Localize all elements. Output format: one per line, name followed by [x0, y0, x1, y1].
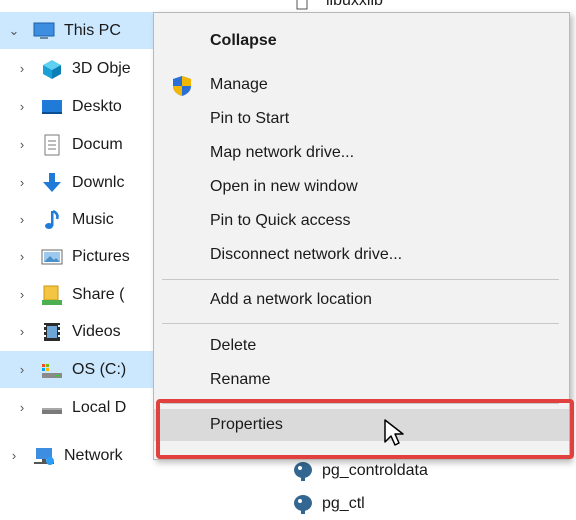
nav-label: Videos [72, 322, 121, 340]
nav-label: OS (C:) [72, 360, 127, 378]
music-icon [40, 208, 64, 232]
chevron-right-icon[interactable]: › [14, 249, 30, 264]
menu-item-label: Open in new window [210, 178, 358, 195]
menu-item-label: Map network drive... [210, 144, 355, 161]
file-name: pg_controldata [322, 462, 428, 479]
postgres-elephant-icon [292, 460, 314, 482]
network-icon [32, 444, 56, 468]
menu-item-map-network-drive[interactable]: Map network drive... [154, 137, 569, 169]
highlight-annotation [156, 399, 574, 459]
uac-shield-icon [172, 75, 192, 97]
nav-item-local-disk[interactable]: › Local D [0, 389, 160, 426]
nav-label: Share ( [72, 285, 125, 303]
nav-item-documents[interactable]: › Docum [0, 126, 160, 163]
menu-item-label: Delete [210, 337, 257, 354]
nav-label: Docum [72, 135, 123, 153]
postgres-elephant-icon [292, 493, 314, 515]
os-drive-icon [40, 358, 64, 382]
nav-item-desktop[interactable]: › Deskto [0, 88, 160, 125]
file-name: libuxxlib [326, 0, 383, 9]
desktop-icon [40, 95, 64, 119]
chevron-right-icon[interactable]: › [14, 175, 30, 190]
nav-item-this-pc[interactable]: ⌄ This PC [0, 12, 160, 49]
this-pc-icon [32, 19, 56, 43]
file-row[interactable]: pg_controldata [292, 460, 428, 482]
menu-item-open-new-window[interactable]: Open in new window [154, 171, 569, 203]
file-row[interactable]: pg_ctl [292, 493, 365, 515]
menu-separator [162, 279, 559, 280]
nav-item-music[interactable]: › Music [0, 201, 160, 238]
file-icon [296, 0, 308, 10]
nav-item-pictures[interactable]: › Pictures [0, 238, 160, 275]
context-menu: Collapse Manage Pin to Start Map network… [153, 12, 570, 460]
videos-icon [40, 320, 64, 344]
nav-label: Pictures [72, 247, 130, 265]
menu-item-pin-quick-access[interactable]: Pin to Quick access [154, 205, 569, 237]
nav-label: 3D Obje [72, 59, 131, 77]
chevron-right-icon[interactable]: › [14, 287, 30, 302]
local-disk-icon [40, 396, 64, 420]
chevron-right-icon[interactable]: › [14, 400, 30, 415]
chevron-right-icon[interactable]: › [14, 137, 30, 152]
navigation-pane: ⌄ This PC › 3D Obje › Deskto › Docum › D… [0, 0, 160, 513]
menu-item-label: Disconnect network drive... [210, 246, 403, 263]
menu-item-label: Collapse [210, 32, 277, 49]
menu-item-manage[interactable]: Manage [154, 69, 569, 101]
menu-item-label: Pin to Quick access [210, 212, 351, 229]
nav-label: Network [64, 446, 123, 464]
menu-item-add-network-location[interactable]: Add a network location [154, 284, 569, 316]
nav-label: Deskto [72, 97, 122, 115]
chevron-right-icon[interactable]: › [14, 61, 30, 76]
nav-label: Downlc [72, 173, 125, 191]
chevron-right-icon[interactable]: › [14, 324, 30, 339]
menu-item-label: Rename [210, 371, 271, 388]
menu-item-delete[interactable]: Delete [154, 330, 569, 362]
share-drive-icon [40, 283, 64, 307]
menu-item-pin-to-start[interactable]: Pin to Start [154, 103, 569, 135]
nav-label: This PC [64, 21, 121, 39]
chevron-right-icon[interactable]: › [14, 212, 30, 227]
nav-label: Local D [72, 398, 127, 416]
nav-item-downloads[interactable]: › Downlc [0, 164, 160, 201]
chevron-right-icon[interactable]: › [6, 448, 22, 463]
menu-item-label: Manage [210, 76, 268, 93]
chevron-down-icon[interactable]: ⌄ [6, 23, 22, 39]
menu-item-label: Pin to Start [210, 110, 290, 127]
downloads-icon [40, 171, 64, 195]
nav-item-3d-objects[interactable]: › 3D Obje [0, 50, 160, 87]
menu-separator [162, 323, 559, 324]
pictures-icon [40, 245, 64, 269]
nav-item-videos[interactable]: › Videos [0, 313, 160, 350]
menu-item-collapse[interactable]: Collapse [154, 25, 569, 57]
nav-label: Music [72, 210, 114, 228]
documents-icon [40, 133, 64, 157]
chevron-right-icon[interactable]: › [14, 99, 30, 114]
nav-item-share[interactable]: › Share ( [0, 276, 160, 313]
mouse-cursor-icon [384, 419, 404, 446]
menu-item-disconnect-network-drive[interactable]: Disconnect network drive... [154, 239, 569, 271]
menu-item-label: Add a network location [210, 291, 372, 308]
menu-item-rename[interactable]: Rename [154, 364, 569, 396]
file-name: pg_ctl [322, 495, 365, 512]
chevron-right-icon[interactable]: › [14, 362, 30, 377]
nav-item-os-drive[interactable]: › OS (C:) [0, 351, 160, 388]
3d-objects-icon [40, 57, 64, 81]
nav-item-network[interactable]: › Network [0, 437, 160, 474]
